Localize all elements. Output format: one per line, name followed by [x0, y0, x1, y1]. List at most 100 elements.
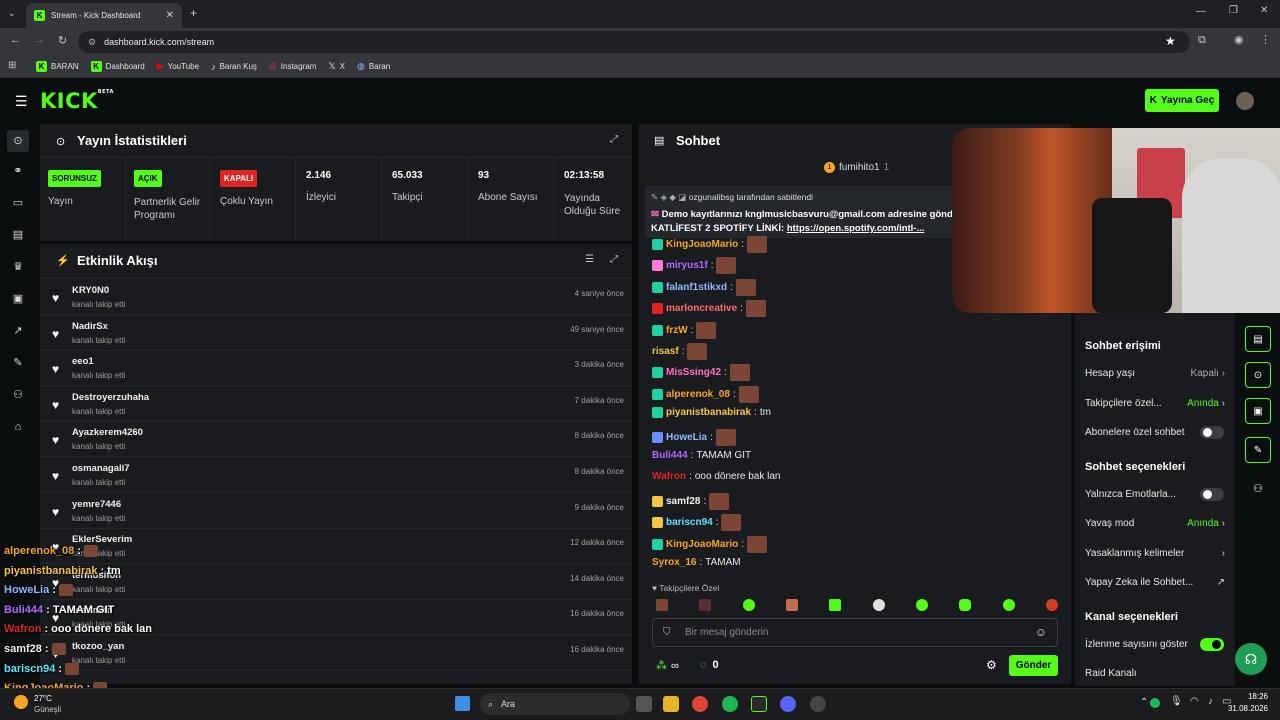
activity-item[interactable]: ♥ termosifon kanalı takip etti 14 dakika ön… — [40, 564, 632, 600]
chat-message[interactable]: samf28: — [652, 492, 730, 510]
chat-message[interactable]: marloncreative: — [652, 300, 766, 318]
chat-message[interactable]: falanf1stikxd: — [652, 278, 756, 296]
tray-chevron-icon[interactable]: ⌃ — [1140, 697, 1148, 708]
emote-icon[interactable] — [785, 599, 798, 611]
support-button[interactable]: ☊ — [1235, 643, 1267, 675]
nav-video-icon[interactable]: ▣ — [11, 292, 25, 306]
channel-points[interactable]: ⁂ ∞ — [656, 659, 679, 673]
subs-only-toggle[interactable] — [1200, 426, 1224, 439]
nav-bot-icon[interactable]: ⌂ — [11, 420, 25, 434]
bookmark-x[interactable]: 𝕏X — [328, 61, 345, 72]
chat-username[interactable]: Wafron — [652, 471, 686, 482]
restore-icon[interactable]: ❐ — [1229, 5, 1238, 16]
quick-video-button[interactable]: ▣ — [1245, 398, 1271, 424]
chat-username[interactable]: Buli444 — [652, 450, 688, 461]
chat-message[interactable]: miryus1f: — [652, 257, 737, 275]
activity-item[interactable]: ♥ osmanagali7 kanalı takip etti 8 dakika ön… — [40, 457, 632, 493]
emote-icon[interactable] — [1002, 599, 1015, 611]
minimize-icon[interactable]: — — [1196, 6, 1206, 17]
chat-message[interactable]: bariscn94: — [652, 514, 742, 532]
forward-icon[interactable]: → — [34, 34, 45, 46]
close-window-icon[interactable]: ✕ — [1260, 5, 1268, 16]
bookmark-dashboard[interactable]: K Dashboard — [90, 61, 145, 72]
hamburger-menu-icon[interactable]: ☰ — [15, 93, 28, 110]
pinned-message[interactable]: ✎ ◈ ◆ ◪ ozgunalibsg tarafından sabitlend… — [645, 186, 955, 238]
chat-username[interactable]: MisSsing42 — [666, 367, 721, 378]
show-viewers-toggle[interactable] — [1200, 638, 1224, 651]
bookmark-instagram[interactable]: ◎ Instagram — [269, 61, 316, 72]
chat-username[interactable]: samf28 — [666, 496, 700, 507]
chat-username[interactable]: piyanistbanabirak — [666, 407, 751, 418]
activity-item[interactable]: ♥tkozoo_yankanalı takip etti16 dakika ön… — [40, 635, 632, 671]
chat-username[interactable]: miryus1f — [666, 260, 708, 271]
channel-coins[interactable]: ◌ 0 — [700, 659, 719, 671]
chat-message[interactable]: Wafron: ooo dönere bak lan — [652, 471, 780, 482]
pinned-link[interactable]: https://open.spotify.com/intl-... — [787, 223, 925, 234]
spotify-icon[interactable] — [722, 696, 738, 712]
nav-tools-icon[interactable]: ✎ — [11, 356, 25, 370]
chat-username[interactable]: KingJoaoMario — [666, 539, 738, 550]
profile-icon[interactable]: ◉ — [1234, 33, 1244, 46]
chat-message[interactable]: frzW: — [652, 321, 717, 339]
nav-window-icon[interactable]: ▭ — [11, 196, 25, 210]
emote-icon[interactable] — [699, 599, 712, 611]
activity-item[interactable]: ♥ Ayazkerem4260 kanalı takip etti 8 dakika … — [40, 421, 632, 458]
obs-icon[interactable] — [810, 696, 826, 712]
microphone-icon[interactable]: 🎙 — [1170, 696, 1183, 707]
new-tab-icon[interactable]: + — [190, 6, 197, 20]
chat-username[interactable]: HoweLia — [666, 432, 707, 443]
setting-account-age[interactable]: Hesap yaşı Kapalı › — [1085, 368, 1225, 379]
expand-icon[interactable]: ⤢ — [610, 254, 618, 265]
nav-stream-icon[interactable]: ⊙ — [7, 130, 29, 152]
chat-username[interactable]: risasf — [652, 346, 679, 357]
chat-message[interactable]: alperenok_08: — [652, 385, 759, 403]
bookmark-baran-2[interactable]: ◍ Baran — [357, 61, 390, 72]
task-view-icon[interactable] — [636, 696, 652, 712]
emote-icon[interactable] — [959, 599, 972, 611]
chat-username[interactable]: alperenok_08 — [666, 389, 730, 400]
nav-trophy-icon[interactable]: ♛ — [11, 260, 25, 274]
chat-username[interactable]: bariscn94 — [666, 517, 713, 528]
chat-settings-icon[interactable]: ⚙ — [986, 658, 997, 672]
emote-icon[interactable] — [742, 599, 755, 611]
chat-message[interactable]: risasf: — [652, 343, 708, 360]
tray-app-icon[interactable] — [1150, 698, 1160, 708]
emotes-only-toggle[interactable] — [1200, 488, 1224, 501]
chat-message[interactable]: Buli444: TAMAM GIT — [652, 450, 751, 461]
chat-username[interactable]: KingJoaoMario — [666, 239, 738, 250]
tab-search-icon[interactable]: ⌄ — [8, 8, 16, 19]
menu-icon[interactable]: ⋮ — [1260, 33, 1271, 46]
tab-close-icon[interactable]: ✕ — [166, 10, 174, 21]
file-explorer-icon[interactable] — [663, 696, 679, 712]
quick-community-icon[interactable]: ⚇ — [1253, 482, 1263, 495]
nav-library-icon[interactable]: ▤ — [11, 228, 25, 242]
activity-item[interactable]: ♥ KRY0N0 kanalı takip etti 4 saniye önce — [40, 279, 632, 315]
bookmark-youtube[interactable]: ▶ YouTube — [157, 61, 199, 72]
emote-icon[interactable] — [1045, 599, 1058, 611]
clock-time[interactable]: 18:26 — [1238, 692, 1268, 701]
back-icon[interactable]: ← — [10, 34, 21, 46]
chat-message[interactable]: KingJoaoMario: — [652, 236, 768, 253]
chat-message[interactable]: HoweLia: — [652, 428, 736, 446]
chat-username[interactable]: marloncreative — [666, 303, 737, 314]
apps-grid-icon[interactable]: ⊞ — [8, 60, 16, 71]
discord-icon[interactable] — [780, 696, 796, 712]
chat-username[interactable]: falanf1stikxd — [666, 282, 727, 293]
reload-icon[interactable]: ↻ — [58, 34, 67, 47]
filter-icon[interactable]: ☰ — [585, 254, 594, 265]
browser-tab[interactable]: K Stream - Kick Dashboard ✕ — [26, 3, 182, 28]
send-button[interactable]: Gönder — [1009, 655, 1058, 676]
emote-icon[interactable] — [915, 599, 928, 611]
chat-message[interactable]: piyanistbanabirak: tm — [652, 407, 771, 419]
activity-item[interactable]: ♥ NadirSx kanalı takip etti 49 saniye önce — [40, 315, 632, 351]
activity-item[interactable]: ♥ EklerSeverim kanalı takip etti 12 dakika … — [40, 528, 632, 565]
activity-item[interactable]: ♥ Destroyerzuhaha kanalı takip etti 7 dakik… — [40, 386, 632, 422]
emote-icon[interactable] — [829, 599, 842, 611]
chat-username[interactable]: Syrox_16 — [652, 557, 696, 568]
expand-icon[interactable]: ⤢ — [610, 134, 618, 145]
nav-analytics-icon[interactable]: ↗ — [11, 324, 25, 338]
activity-item[interactable]: ♥ eeo1 kanalı takip etti 3 dakika önce — [40, 350, 632, 387]
bookmark-baran-kus[interactable]: ♪ Baran Kuş — [211, 62, 257, 72]
nav-community-icon[interactable]: ⚇ — [11, 388, 25, 402]
chat-username[interactable]: frzW — [666, 325, 688, 336]
